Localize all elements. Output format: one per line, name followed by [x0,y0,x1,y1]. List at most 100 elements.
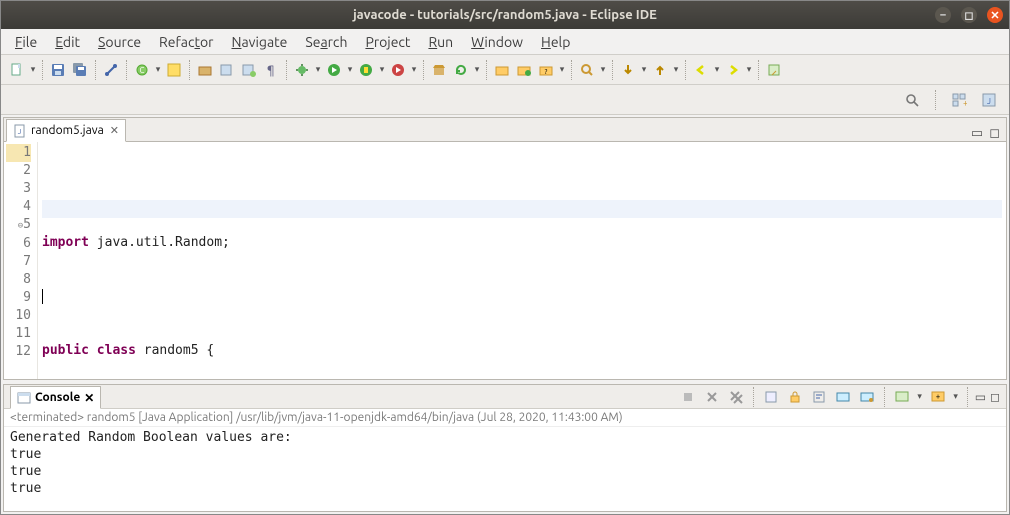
console-pane: Console ✕ ▾ +▾ ▭ ◻ <terminated> random5 … [3,384,1007,512]
pin-editor-icon[interactable] [764,60,784,80]
open-folder-icon[interactable]: ? [536,60,556,80]
clear-console-icon[interactable] [761,387,781,407]
gutter-line-12: 12 [6,343,31,361]
refresh-dropdown-icon[interactable]: ▾ [473,60,481,80]
open-task-icon[interactable] [492,60,512,80]
toggle-mark-icon[interactable] [164,60,184,80]
maximize-pane-icon[interactable]: ◻ [989,126,1000,141]
run-dropdown-icon[interactable]: ▾ [346,60,354,80]
editor-pane-controls: ▭ ◻ [971,126,1006,141]
menu-navigate[interactable]: Navigate [223,31,295,53]
new-package-icon[interactable] [195,60,215,80]
menu-edit[interactable]: Edit [47,31,88,53]
open-resource-icon[interactable] [514,60,534,80]
menu-run[interactable]: Run [420,31,461,53]
new-icon[interactable] [7,60,27,80]
back-icon[interactable] [691,60,711,80]
save-icon[interactable] [48,60,68,80]
prev-annotation-icon[interactable] [650,60,670,80]
perspective-toolbar: + J [1,85,1009,115]
svg-text:J: J [987,97,991,106]
link-icon[interactable] [101,60,121,80]
open-type-icon[interactable]: C [132,60,152,80]
forward-icon[interactable] [723,60,743,80]
window-close-button[interactable]: ✕ [987,7,1003,23]
editor-tab-label: random5.java [31,124,104,137]
editor-pane: J random5.java ✕ ▭ ◻ 1 2 3 4 ⊖5 6 7 8 9 … [3,117,1007,380]
word-wrap-icon[interactable] [809,387,829,407]
coverage-dropdown-icon[interactable]: ▾ [378,60,386,80]
new-class-icon[interactable] [217,60,237,80]
console-tab-close-icon[interactable]: ✕ [84,391,94,405]
search-tool-icon[interactable] [577,60,597,80]
quick-access-search-icon[interactable] [902,90,922,110]
pilcrow-icon[interactable]: ¶ [261,60,281,80]
coverage-icon[interactable] [356,60,376,80]
save-all-icon[interactable] [70,60,90,80]
next-annotation-icon[interactable] [618,60,638,80]
menu-window[interactable]: Window [463,31,531,53]
search-tool-dropdown-icon[interactable]: ▾ [599,60,607,80]
window-maximize-button[interactable]: ◻ [961,7,977,23]
debug-icon[interactable] [292,60,312,80]
code-line-1: import java.util.Random; [42,234,1002,252]
java-perspective-icon[interactable]: J [979,90,999,110]
open-folder-dropdown-icon[interactable]: ▾ [558,60,566,80]
run-last-dropdown-icon[interactable]: ▾ [410,60,418,80]
forward-dropdown-icon[interactable]: ▾ [745,60,753,80]
open-type-dropdown-icon[interactable]: ▾ [154,60,162,80]
gutter-line-11: 11 [6,325,31,343]
build-icon[interactable] [429,60,449,80]
menu-project[interactable]: Project [357,31,418,53]
run-last-icon[interactable] [388,60,408,80]
line-gutter: 1 2 3 4 ⊖5 6 7 8 9 10 11 12 [4,142,38,379]
editor-tab-random5[interactable]: J random5.java ✕ [6,119,126,142]
pin-console-icon[interactable] [857,387,877,407]
menu-help[interactable]: Help [533,31,578,53]
console-output[interactable]: Generated Random Boolean values are: tru… [4,427,1006,511]
next-ann-dropdown-icon[interactable]: ▾ [640,60,648,80]
console-minimize-icon[interactable]: ▭ [975,390,986,404]
editor-body[interactable]: 1 2 3 4 ⊖5 6 7 8 9 10 11 12 import java.… [4,142,1006,379]
gutter-line-10: 10 [6,307,31,325]
menu-file[interactable]: File [7,31,45,53]
code-area[interactable]: import java.util.Random; public class ra… [38,142,1006,379]
window-titlebar: javacode - tutorials/src/random5.java - … [1,1,1009,29]
remove-all-icon[interactable] [726,387,746,407]
scroll-lock-icon[interactable] [785,387,805,407]
gutter-line-2: 2 [6,162,31,180]
show-console-icon[interactable] [833,387,853,407]
svg-text:J: J [18,128,21,136]
window-minimize-button[interactable]: – [935,7,951,23]
console-icon [17,391,31,405]
back-dropdown-icon[interactable]: ▾ [713,60,721,80]
console-tab-label: Console [35,391,80,404]
gutter-line-8: 8 [6,271,31,289]
refresh-icon[interactable] [451,60,471,80]
svg-text:+: + [963,98,967,108]
display-console-dropdown-icon[interactable]: ▾ [916,387,924,407]
menu-search[interactable]: Search [297,31,355,53]
gutter-line-6: 6 [6,235,31,253]
prev-ann-dropdown-icon[interactable]: ▾ [672,60,680,80]
debug-dropdown-icon[interactable]: ▾ [314,60,322,80]
menu-source[interactable]: Source [90,31,149,53]
console-status-line: <terminated> random5 [Java Application] … [4,409,1006,427]
console-tab[interactable]: Console ✕ [10,386,101,409]
new-class2-icon[interactable] [239,60,259,80]
console-maximize-icon[interactable]: ◻ [990,390,1000,404]
open-perspective-icon[interactable]: + [949,90,969,110]
open-console-dropdown-icon[interactable]: ▾ [952,387,960,407]
run-icon[interactable] [324,60,344,80]
editor-tab-close-icon[interactable]: ✕ [110,124,119,137]
code-line-2 [42,288,1002,306]
console-header: Console ✕ ▾ +▾ ▭ ◻ [4,385,1006,409]
minimize-pane-icon[interactable]: ▭ [971,126,983,141]
display-console-icon[interactable] [892,387,912,407]
menu-refactor[interactable]: Refactor [151,31,221,53]
terminate-icon[interactable] [678,387,698,407]
remove-launch-icon[interactable] [702,387,722,407]
gutter-line-9: 9 [6,289,31,307]
open-console-icon[interactable]: + [928,387,948,407]
new-dropdown-icon[interactable]: ▾ [29,60,37,80]
